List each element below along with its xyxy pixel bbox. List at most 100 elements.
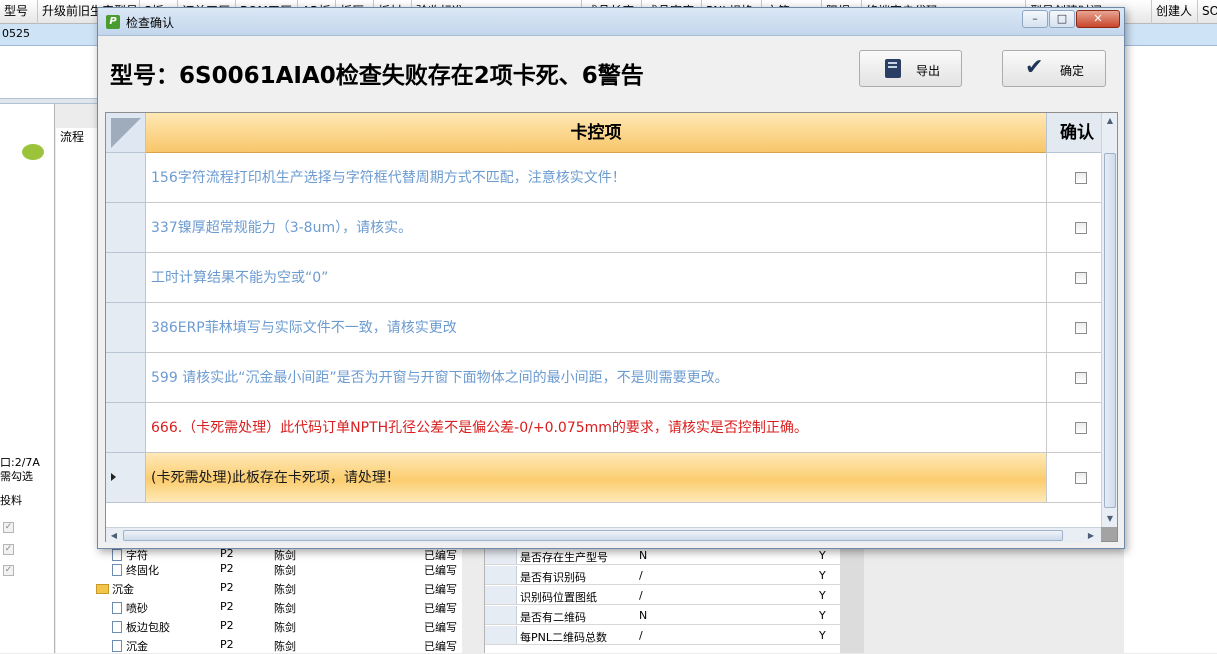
tree-row[interactable]: 沉金 P2 陈剑 已编写 xyxy=(56,635,457,654)
scroll-down-icon[interactable]: ▼ xyxy=(1103,512,1117,526)
confirm-button[interactable]: ✔ 确定 xyxy=(1002,50,1106,87)
tree-node-level: P2 xyxy=(220,638,234,651)
check-items-grid: 卡控项 确认 156字符流程打印机生产选择与字符框代替周期方式不匹配，注意核实文… xyxy=(105,112,1118,543)
left-checkbox-2[interactable]: ✓ xyxy=(3,544,14,555)
confirm-checkbox[interactable] xyxy=(1075,472,1087,484)
check-item-text[interactable]: 156字符流程打印机生产选择与字符框代替周期方式不匹配，注意核实文件！ xyxy=(146,153,1046,203)
tree-node-name: 板边包胶 xyxy=(126,621,170,634)
tree-node-user: 陈剑 xyxy=(274,640,296,653)
left-checkbox-1[interactable]: ✓ xyxy=(3,522,14,533)
confirm-cell[interactable] xyxy=(1046,303,1101,353)
tree-node-level: P2 xyxy=(220,562,234,575)
row-indicator[interactable] xyxy=(106,253,146,303)
row-indicator[interactable] xyxy=(106,353,146,403)
vertical-scrollbar[interactable]: ▲ ▼ xyxy=(1101,113,1117,527)
tree-node-user: 陈剑 xyxy=(274,583,296,596)
attribute-name: 是否存在生产型号 xyxy=(520,551,608,564)
horizontal-scrollbar[interactable]: ◀ ▶ xyxy=(106,527,1101,543)
tree-node-name: 沉金 xyxy=(126,640,148,653)
check-item-row[interactable]: 工时计算结果不能为空或“0” xyxy=(106,253,1101,303)
header-column[interactable]: 型号 xyxy=(0,0,38,24)
dialog-title-text: 检查确认 xyxy=(126,16,175,30)
confirm-checkbox[interactable] xyxy=(1075,272,1087,284)
check-item-row[interactable]: (卡死需处理)此板存在卡死项，请处理！ xyxy=(106,453,1101,503)
row-fragment: 0525 xyxy=(2,27,30,40)
export-button[interactable]: 导出 xyxy=(859,50,962,87)
tree-node: 终固化 xyxy=(112,562,159,578)
horizontal-scroll-thumb[interactable] xyxy=(123,530,1063,541)
tree-row[interactable]: 终固化 P2 陈剑 已编写 xyxy=(56,559,457,578)
confirm-checkbox[interactable] xyxy=(1075,322,1087,334)
minimize-button[interactable]: – xyxy=(1022,10,1048,28)
tree-node: 喷砂 xyxy=(112,600,148,616)
check-item-text[interactable]: 666.（卡死需处理）此代码订单NPTH孔径公差不是偏公差-0/+0.075mm… xyxy=(146,403,1046,453)
confirm-checkbox[interactable] xyxy=(1075,372,1087,384)
close-button[interactable]: ✕ xyxy=(1076,10,1120,28)
row-header xyxy=(485,566,517,584)
tree-row[interactable]: 喷砂 P2 陈剑 已编写 xyxy=(56,597,457,616)
row-indicator[interactable] xyxy=(106,403,146,453)
row-indicator[interactable] xyxy=(106,303,146,353)
export-button-label: 导出 xyxy=(916,64,941,78)
tree-node-name: 喷砂 xyxy=(126,602,148,615)
row-header xyxy=(485,626,517,644)
check-item-text[interactable]: 386ERP菲林填写与实际文件不一致，请核实更改 xyxy=(146,303,1046,353)
left-panel: 口:2/7A 需勾选 投料 ✓ ✓ ✓ xyxy=(0,104,55,653)
check-item-row[interactable]: 599 请核实此“沉金最小间距”是否为开窗与开窗下面物体之间的最小间距，不是则需… xyxy=(106,353,1101,403)
tree-node: 沉金 xyxy=(112,638,148,654)
confirm-checkbox[interactable] xyxy=(1075,422,1087,434)
attribute-row[interactable]: 识别码位置图纸 / Y xyxy=(485,586,841,605)
header-column[interactable]: 创建人 xyxy=(1152,0,1198,24)
check-item-row[interactable]: 337镍厚超常规能力（3-8um），请核实。 xyxy=(106,203,1101,253)
confirm-button-label: 确定 xyxy=(1060,64,1085,78)
check-item-row[interactable]: 156字符流程打印机生产选择与字符框代替周期方式不匹配，注意核实文件！ xyxy=(106,153,1101,203)
confirm-cell[interactable] xyxy=(1046,403,1101,453)
row-header xyxy=(485,606,517,624)
tree-node-name: 沉金 xyxy=(112,583,134,596)
tree-node-name: 终固化 xyxy=(126,564,159,577)
grid-select-all-corner[interactable] xyxy=(106,113,146,153)
attribute-row[interactable]: 是否有识别码 / Y xyxy=(485,566,841,585)
tree-node-level: P2 xyxy=(220,600,234,613)
confirm-cell[interactable] xyxy=(1046,453,1101,503)
check-item-text[interactable]: (卡死需处理)此板存在卡死项，请处理！ xyxy=(146,453,1046,503)
left-checkbox-3[interactable]: ✓ xyxy=(3,565,14,576)
scroll-up-icon[interactable]: ▲ xyxy=(1103,114,1117,128)
maximize-button[interactable]: □ xyxy=(1049,10,1075,28)
chat-bubble-icon[interactable] xyxy=(22,144,44,160)
tree-row[interactable]: 板边包胶 P2 陈剑 已编写 xyxy=(56,616,457,635)
vertical-scroll-thumb[interactable] xyxy=(1104,153,1116,508)
row-indicator[interactable] xyxy=(106,153,146,203)
attribute-row[interactable]: 是否有二维码 N Y xyxy=(485,606,841,625)
tree-node-status: 已编写 xyxy=(424,602,457,615)
attribute-grid-scroll[interactable] xyxy=(840,540,864,653)
check-item-text[interactable]: 工时计算结果不能为空或“0” xyxy=(146,253,1046,303)
confirm-cell[interactable] xyxy=(1046,153,1101,203)
row-indicator[interactable] xyxy=(106,453,146,503)
tree-node-level: P2 xyxy=(220,581,234,594)
attribute-value: N xyxy=(639,549,648,562)
check-item-text[interactable]: 337镍厚超常规能力（3-8um），请核实。 xyxy=(146,203,1046,253)
scroll-right-icon[interactable]: ▶ xyxy=(1084,529,1098,543)
row-indicator[interactable] xyxy=(106,203,146,253)
confirm-checkbox[interactable] xyxy=(1075,172,1087,184)
header-column[interactable]: SO xyxy=(1198,0,1217,24)
confirm-cell[interactable] xyxy=(1046,253,1101,303)
confirm-cell[interactable] xyxy=(1046,203,1101,253)
tree-node-status: 已编写 xyxy=(424,640,457,653)
confirm-checkbox[interactable] xyxy=(1075,222,1087,234)
check-item-text[interactable]: 599 请核实此“沉金最小间距”是否为开窗与开窗下面物体之间的最小间距，不是则需… xyxy=(146,353,1046,403)
current-row-arrow-icon xyxy=(111,473,116,481)
attribute-row[interactable]: 每PNL二维码总数 / Y xyxy=(485,626,841,645)
attribute-name: 是否有二维码 xyxy=(520,611,586,624)
confirm-cell[interactable] xyxy=(1046,353,1101,403)
check-item-row[interactable]: 386ERP菲林填写与实际文件不一致，请核实更改 xyxy=(106,303,1101,353)
column-header-check-item[interactable]: 卡控项 xyxy=(146,113,1046,153)
scroll-left-icon[interactable]: ◀ xyxy=(107,529,121,543)
check-item-row[interactable]: 666.（卡死需处理）此代码订单NPTH孔径公差不是偏公差-0/+0.075mm… xyxy=(106,403,1101,453)
left-label-3: 投料 xyxy=(0,494,22,507)
column-header-confirm[interactable]: 确认 xyxy=(1046,113,1101,153)
tree-row[interactable]: 沉金 P2 陈剑 已编写 xyxy=(56,578,457,597)
dialog-titlebar[interactable]: P 检查确认 – □ ✕ xyxy=(98,8,1124,36)
tree-node-user: 陈剑 xyxy=(274,621,296,634)
